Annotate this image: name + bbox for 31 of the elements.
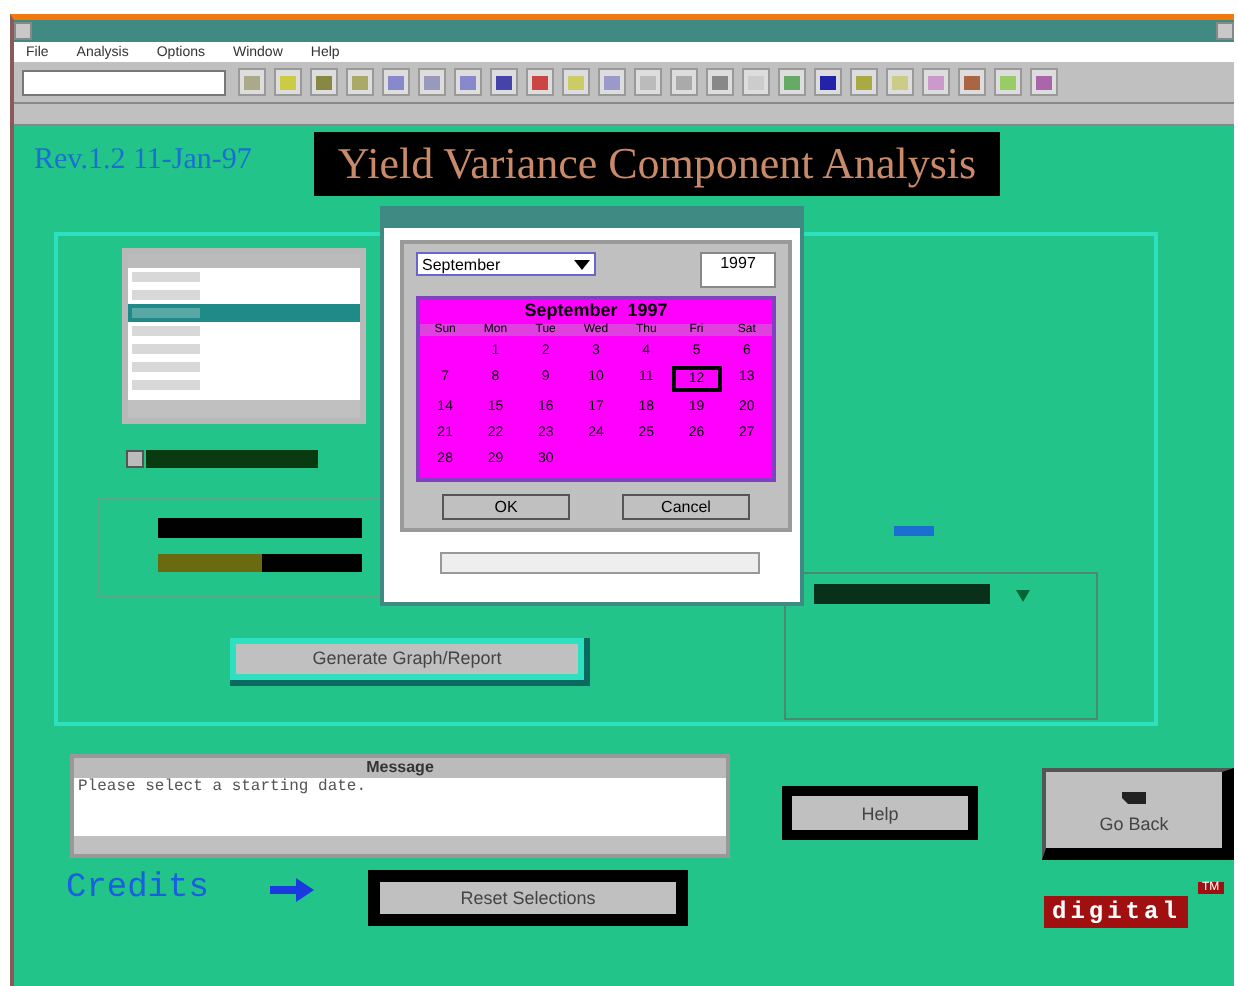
label-mark [894,526,934,536]
scroll-bar[interactable] [128,400,360,418]
go-back-button[interactable]: Go Back [1042,768,1234,860]
reset-button[interactable]: Reset Selections [368,870,688,926]
dialog-button[interactable]: OK [442,494,570,520]
maximize-button[interactable] [1216,22,1234,40]
month-dropdown[interactable]: September [416,252,596,276]
app-title: Yield Variance Component Analysis [314,132,1000,196]
input-field[interactable] [158,554,362,572]
message-text: Please select a starting date. [76,778,369,800]
help-button[interactable]: Help [782,786,978,840]
version-text: Rev.1.2 11-Jan-97 [34,144,252,178]
logo: digital [1044,896,1189,928]
input-field[interactable] [158,518,362,538]
calendar-heading: September 1997 [522,300,670,320]
back-icon [1118,787,1150,807]
toolbar-combo-field[interactable] [22,69,226,95]
message-title: Message [74,758,726,778]
system-menu-button[interactable] [14,22,32,40]
tool-icon[interactable] [490,68,518,96]
arrow-icon [270,878,314,902]
scroll-bar[interactable] [74,836,726,854]
dialog-button[interactable]: Cancel [622,494,750,520]
tool-icon[interactable] [526,68,554,96]
year-field[interactable]: 1997 [700,252,776,288]
input-field[interactable] [814,584,990,604]
dropdown-icon[interactable] [574,256,590,272]
generate-button[interactable]: Generate Graph/Report [230,638,590,686]
checkbox[interactable] [126,450,144,468]
list-box[interactable] [122,248,366,424]
tool-icon[interactable] [814,68,842,96]
